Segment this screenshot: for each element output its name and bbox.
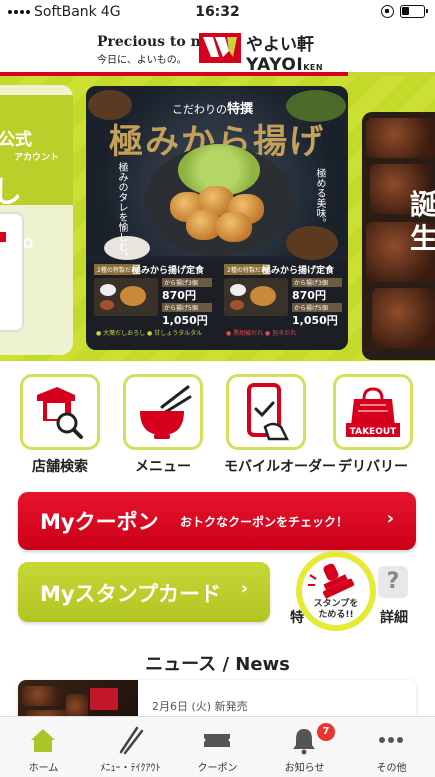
quick-menu-list[interactable]: メニュー (121, 374, 205, 476)
tab-menu-takeout[interactable]: ﾒﾆｭｰ・ﾃｲｸｱｳﾄ (87, 717, 174, 777)
slide-side-copy-left: 極みのタレを愉しむ。 (116, 162, 127, 262)
notification-badge: 7 (317, 723, 335, 741)
banner-slide-karaage[interactable]: こだわりの特撰 極みから揚げ 極みのタレを愉しむ。 極める美味。 2種の特製だれ… (86, 86, 348, 350)
brand-logo-icon (199, 33, 241, 63)
slide-left-subtitle: アカウント (14, 153, 60, 163)
news-date: 2月6日 (火) 新発売 (152, 700, 248, 713)
stamp-card-label: Myスタンプカード (40, 582, 221, 606)
bell-icon (293, 729, 315, 755)
tab-coupon[interactable]: クーポン (174, 717, 261, 777)
quick-store-search[interactable]: 店舗検索 (18, 374, 102, 476)
home-icon (31, 729, 55, 752)
tab-label: お知らせ (284, 763, 325, 774)
stamp-badge-line1: スタンプを (313, 599, 359, 609)
question-icon: ? (378, 566, 408, 598)
slide-left-title: 公式 (0, 130, 32, 150)
slide-side-copy-right: 極める美味。 (314, 168, 325, 228)
status-bar: SoftBank 4G 16:32 (0, 0, 435, 26)
my-coupon-button[interactable]: Myクーポン おトクなクーポンをチェック！ › (18, 492, 416, 550)
special-label-right: 詳細 (380, 610, 408, 626)
banner-slide-beef[interactable]: 誕生 (362, 112, 435, 360)
stamp-collect-badge[interactable]: スタンプを ためる!! (296, 551, 376, 631)
takeout-label: TAKEOUT (350, 427, 397, 437)
stamp-icon (308, 563, 355, 599)
slide-right-text: 誕生 (410, 188, 435, 255)
tab-notifications[interactable]: 7 お知らせ (261, 717, 348, 777)
quick-label: デリバリー (338, 459, 408, 475)
takeout-bag-icon: TAKEOUT (346, 387, 400, 437)
coupon-sub: おトクなクーポンをチェック！ (180, 515, 349, 529)
mobile-order-icon (247, 383, 290, 441)
quick-label: 店舗検索 (32, 459, 88, 475)
menu-card: 2種の特製だれ 極みから揚げ定食 から揚げ3個 870円 から揚げ5個 1,05… (92, 262, 214, 338)
news-heading: ニュース / News (145, 654, 290, 675)
tab-label: その他 (376, 763, 407, 774)
bowl-chopsticks-icon (140, 385, 192, 439)
chopsticks-icon (119, 726, 144, 755)
tab-label: クーポン (197, 763, 238, 774)
quick-menu: 店舗検索 メニュー モバイルオーダー TAKEOUT デリバリー (0, 374, 435, 486)
brand-name-small: KEN (303, 63, 324, 72)
tab-home[interactable]: ホーム (0, 717, 87, 777)
coupon-label: Myクーポン (40, 510, 159, 534)
clock: 16:32 (195, 4, 240, 20)
banner-slide-line-official[interactable]: 公式アカウント した。 (0, 85, 73, 355)
more-dots-icon (379, 737, 403, 743)
quick-label: メニュー (135, 459, 191, 475)
phone-illustration (0, 212, 24, 332)
menu-card: 2種の特製だれ 極みから揚げ定食 から揚げ3個 870円 から揚げ5個 1,05… (222, 262, 344, 338)
my-stamp-card-button[interactable]: Myスタンプカード › (18, 562, 270, 622)
tab-more[interactable]: その他 (348, 717, 435, 777)
store-search-icon (37, 387, 83, 439)
tab-bar: ホーム ﾒﾆｭｰ・ﾃｲｸｱｳﾄ クーポン 7 お知らせ その他 (0, 716, 435, 777)
brand-name: やよい軒 YAYOIKEN (246, 30, 323, 75)
banner-carousel[interactable]: 公式アカウント した。 こだわりの特撰 極みから揚げ 極みのタレを愉しむ。 極め… (0, 76, 435, 361)
orientation-lock-icon (381, 5, 394, 18)
quick-label: モバイルオーダー (224, 459, 336, 475)
quick-delivery[interactable]: TAKEOUT デリバリー (331, 374, 415, 476)
quick-mobile-order[interactable]: モバイルオーダー (224, 374, 336, 476)
stamp-badge-line2: ためる!! (318, 610, 354, 620)
battery-icon (400, 5, 428, 18)
tab-label: ﾒﾆｭｰ・ﾃｲｸｱｳﾄ (100, 763, 161, 774)
chevron-right-icon: › (386, 508, 394, 529)
tab-label: ホーム (28, 763, 59, 774)
chevron-right-icon: › (240, 578, 248, 599)
ticket-icon (204, 734, 230, 747)
app-header: Precious to me. 今日に、よいもの。 やよい軒 YAYOIKEN (0, 26, 435, 76)
brand-name-jp: やよい軒 (246, 35, 314, 55)
